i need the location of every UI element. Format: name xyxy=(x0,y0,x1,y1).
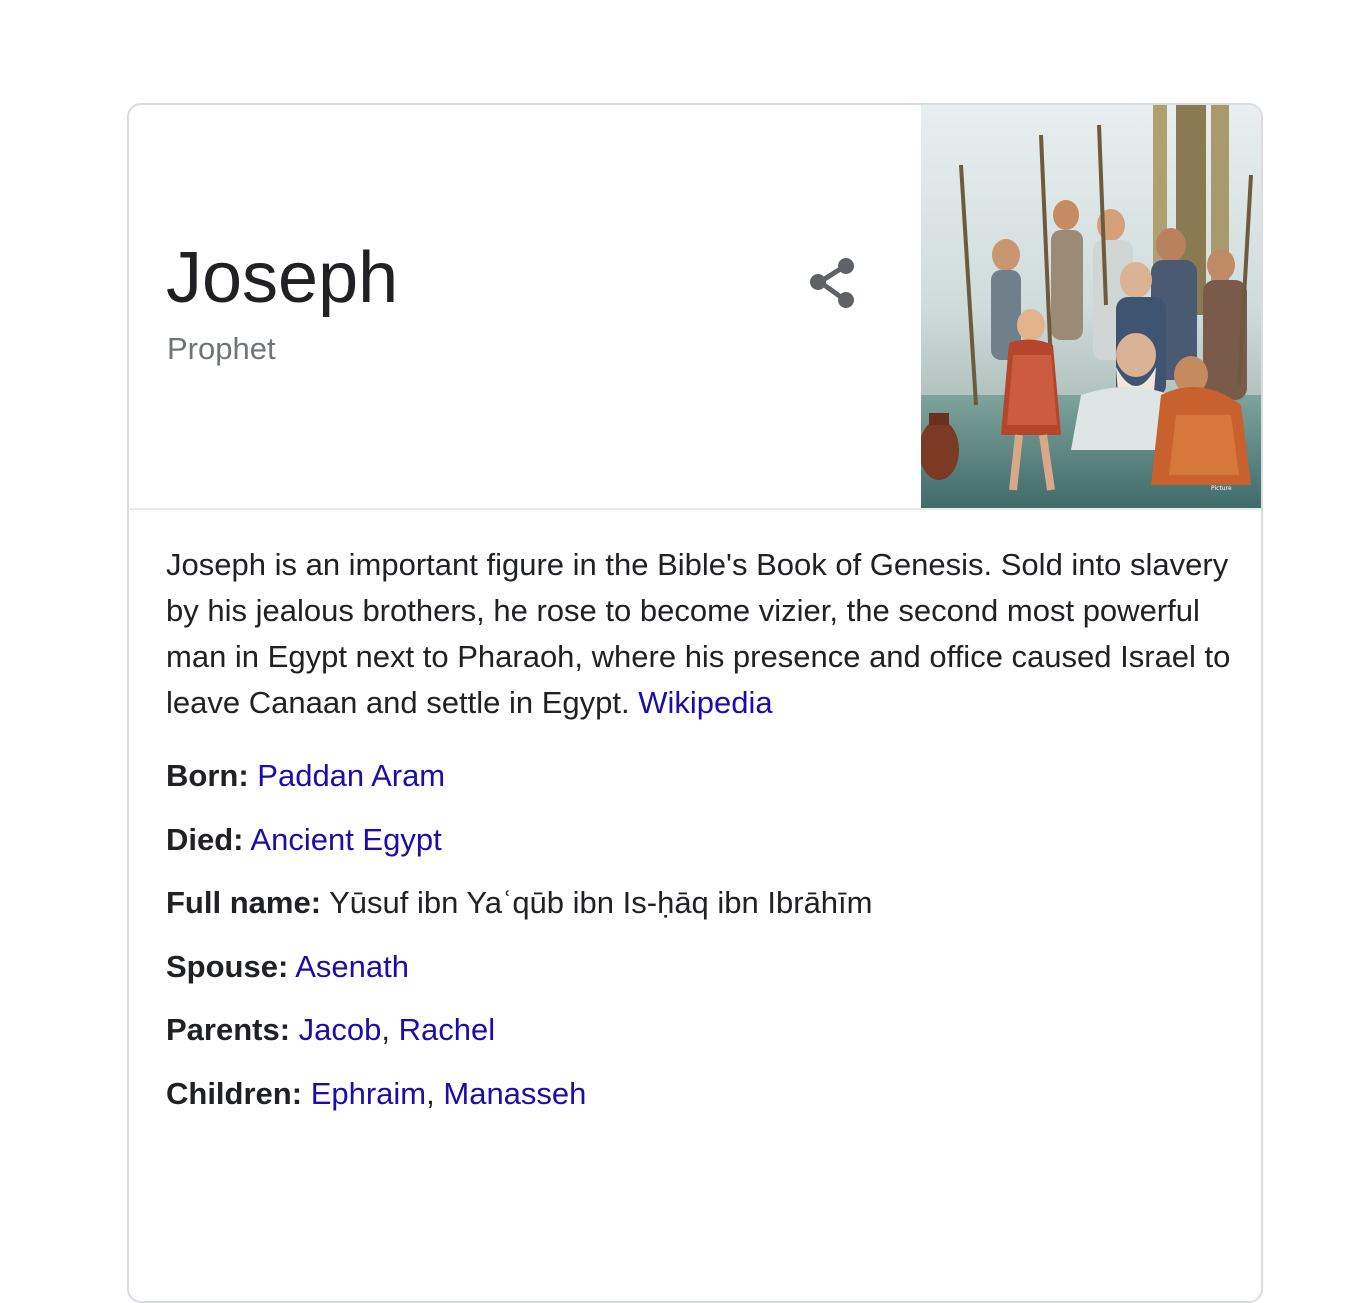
fact-children: Children: Ephraim, Manasseh xyxy=(166,1074,1223,1114)
fact-full-name: Full name: Yūsuf ibn Yaʿqūb ibn Is-ḥāq i… xyxy=(166,883,1223,923)
svg-text:Picture: Picture xyxy=(1211,485,1232,492)
full-name-value: Yūsuf ibn Yaʿqūb ibn Is-ḥāq ibn Ibrāhīm xyxy=(329,885,873,920)
parent-link-rachel[interactable]: Rachel xyxy=(399,1012,496,1047)
separator: , xyxy=(426,1075,435,1111)
separator: , xyxy=(381,1012,391,1047)
share-icon xyxy=(810,258,854,308)
entity-description: Joseph is an important figure in the Bib… xyxy=(166,542,1236,726)
fact-label: Children: xyxy=(166,1075,303,1111)
fact-label: Full name: xyxy=(166,885,322,920)
fact-died: Died: Ancient Egypt xyxy=(166,820,1223,860)
fact-label: Died: xyxy=(166,821,244,857)
panel-body: Joseph is an important figure in the Bib… xyxy=(129,510,1261,1114)
fact-spouse: Spouse: Asenath xyxy=(166,947,1223,987)
child-link-manasseh[interactable]: Manasseh xyxy=(443,1076,586,1111)
entity-image[interactable]: Picture xyxy=(921,105,1261,508)
fact-label: Spouse: xyxy=(166,948,289,984)
fact-born: Born: Paddan Aram xyxy=(166,756,1223,796)
facts-list: Born: Paddan Aram Died: Ancient Egypt Fu… xyxy=(166,756,1223,1114)
died-link[interactable]: Ancient Egypt xyxy=(250,822,441,857)
born-link[interactable]: Paddan Aram xyxy=(257,758,445,793)
fact-parents: Parents: Jacob, Rachel xyxy=(166,1010,1223,1050)
entity-title: Joseph xyxy=(166,238,399,318)
parent-link-jacob[interactable]: Jacob xyxy=(299,1012,382,1047)
knowledge-panel: Joseph Prophet Picture Joseph is an impo… xyxy=(127,103,1263,1303)
panel-header: Joseph Prophet Picture xyxy=(129,105,1261,510)
spouse-link[interactable]: Asenath xyxy=(295,949,409,984)
fact-label: Born: xyxy=(166,758,249,793)
wikipedia-link[interactable]: Wikipedia xyxy=(638,685,772,720)
fact-label: Parents: xyxy=(166,1012,291,1047)
share-button[interactable] xyxy=(801,251,865,315)
child-link-ephraim[interactable]: Ephraim xyxy=(311,1076,426,1111)
painting-thumbnail: Picture xyxy=(921,105,1261,508)
entity-subtitle: Prophet xyxy=(167,331,276,366)
